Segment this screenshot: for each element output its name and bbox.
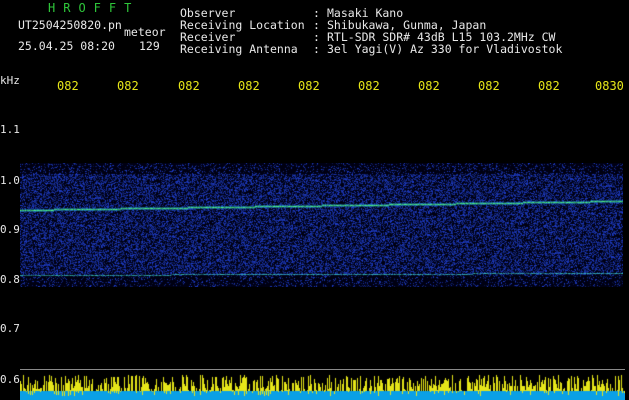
y-tick-label: 0.6 [0,373,20,386]
file-datetime: 25.04.25 08:20 [18,39,115,53]
meteor-count: 129 [139,39,160,53]
x-tick-label: 082 [57,79,79,93]
antenna-label: Receiving Antenna [180,42,298,56]
x-tick-label: 082 [418,79,440,93]
waterfall-display [20,163,623,287]
hrofft-screen: HROFFT UT2504250820.pn meteor 25.04.25 0… [0,0,629,400]
colon: : [313,42,320,56]
spectrum-bars [20,370,625,400]
x-tick-label: 082 [478,79,500,93]
y-tick-label: 1.0 [0,174,20,187]
x-tick-label: 082 [538,79,560,93]
file-type: meteor [124,25,166,39]
y-tick-label: 0.8 [0,273,20,286]
x-tick-label: 082 [117,79,139,93]
app-brand: HROFFT [48,1,140,15]
x-tick-label: 082 [298,79,320,93]
y-axis-unit: kHz [0,74,20,87]
antenna-value: 3el Yagi(V) Az 330 for Vladivostok [327,42,563,56]
y-tick-label: 0.7 [0,322,20,335]
x-tick-label: 0830 [595,79,624,93]
x-tick-label: 082 [178,79,200,93]
y-tick-label: 0.9 [0,223,20,236]
x-tick-label: 082 [358,79,380,93]
y-tick-label: 1.1 [0,123,20,136]
file-name: UT2504250820.pn [18,18,122,32]
x-tick-label: 082 [238,79,260,93]
